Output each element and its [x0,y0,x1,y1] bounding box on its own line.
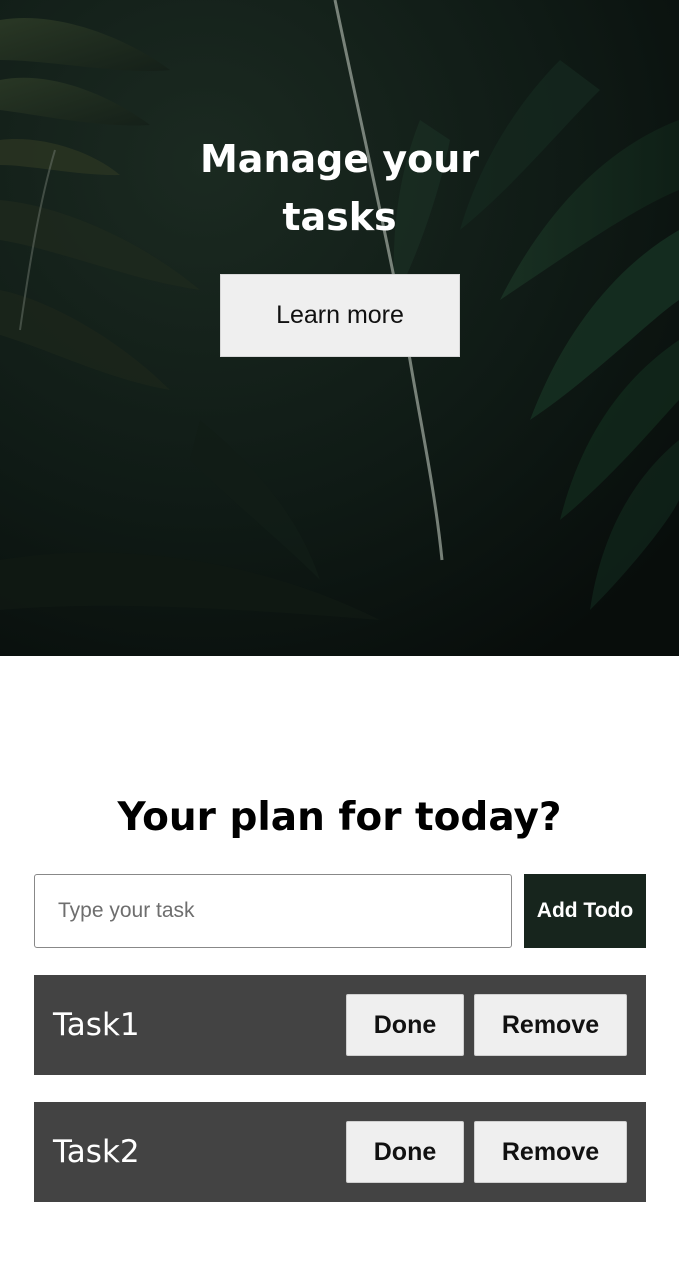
todo-label: Task2 [53,1134,140,1170]
todo-item: Task1 Done Remove [34,975,646,1075]
remove-button[interactable]: Remove [474,1121,627,1183]
done-button[interactable]: Done [346,994,464,1056]
hero-title-line1: Manage your [199,137,480,181]
done-button[interactable]: Done [346,1121,464,1183]
hero-title: Manage your tasks [0,130,679,246]
remove-button[interactable]: Remove [474,994,627,1056]
todo-label: Task1 [53,1007,140,1043]
learn-more-button[interactable]: Learn more [220,274,460,357]
hero-banner: Manage your tasks Learn more [0,0,679,656]
task-input[interactable] [34,874,512,948]
add-todo-button[interactable]: Add Todo [524,874,646,948]
hero-title-line2: tasks [282,195,397,239]
plan-heading: Your plan for today? [117,795,562,840]
todo-item: Task2 Done Remove [34,1102,646,1202]
